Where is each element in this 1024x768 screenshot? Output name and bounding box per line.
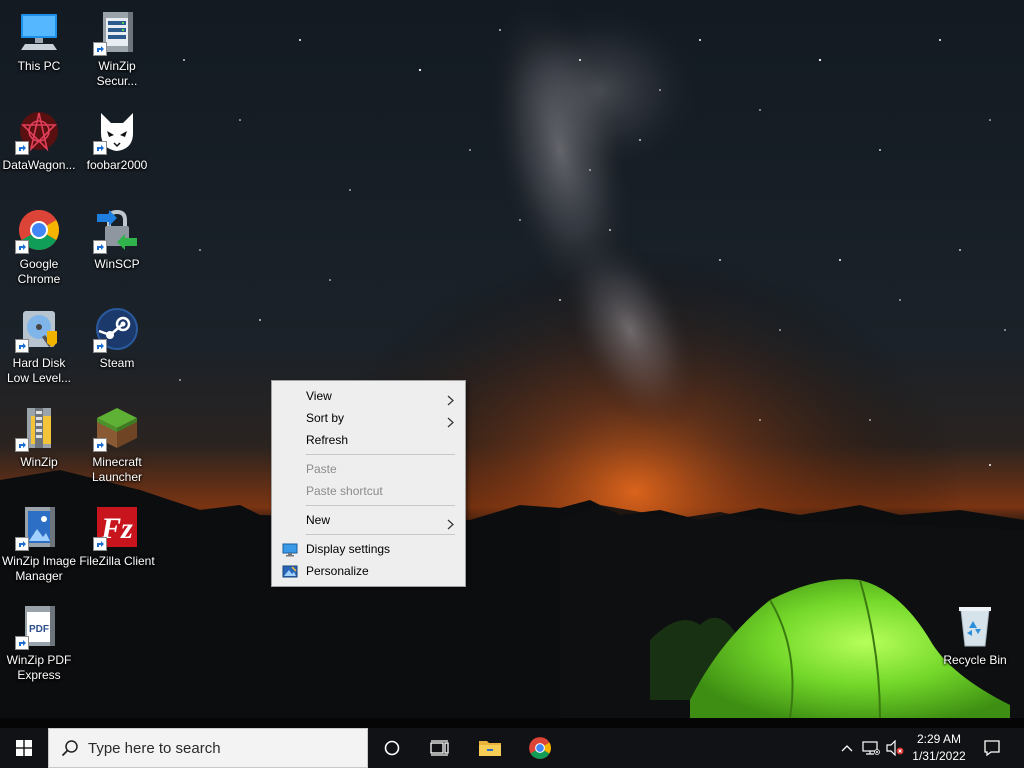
notification-icon <box>984 740 1000 757</box>
menu-item-paste[interactable]: Paste <box>272 458 465 480</box>
desktop-icon-label: Recycle Bin <box>943 653 1007 667</box>
show-hidden-icons-button[interactable] <box>836 728 858 768</box>
desktop-icon-label: WinZip Secur... <box>96 59 138 88</box>
desktop-icon-label: Google Chrome <box>17 257 61 286</box>
taskbar-search-box[interactable]: Type here to search <box>48 728 368 768</box>
menu-item-display-settings[interactable]: Display settings <box>272 538 465 560</box>
shortcut-arrow-icon <box>93 240 107 254</box>
menu-separator <box>306 454 455 455</box>
desktop-icon-steam[interactable]: Steam <box>78 305 156 371</box>
network-icon <box>862 741 880 755</box>
menu-item-label: View <box>306 389 332 403</box>
menu-item-label: Paste shortcut <box>306 484 383 498</box>
menu-item-label: Refresh <box>306 433 349 447</box>
task-view-icon <box>430 740 449 756</box>
desktop-icon-label: WinZip PDF Express <box>6 653 72 682</box>
start-button[interactable] <box>0 728 48 768</box>
menu-item-sort-by[interactable]: Sort by <box>272 407 465 429</box>
chrome-taskbar-button[interactable] <box>516 728 564 768</box>
chevron-up-icon <box>841 745 853 752</box>
desktop-icon-foobar2000[interactable]: foobar2000 <box>78 107 156 173</box>
desktop-icon-label: Minecraft Launcher <box>91 455 143 484</box>
file-explorer-taskbar-button[interactable] <box>466 728 514 768</box>
desktop-icon-minecraft-launcher[interactable]: Minecraft Launcher <box>78 404 156 485</box>
computer-icon <box>21 14 57 50</box>
shortcut-arrow-icon <box>93 42 107 56</box>
menu-separator <box>306 534 455 535</box>
cortana-icon <box>384 740 400 756</box>
menu-item-label: Personalize <box>306 564 369 578</box>
shortcut-arrow-icon <box>15 240 29 254</box>
menu-item-label: New <box>306 513 331 527</box>
desktop-icon-hard-disk[interactable]: Hard Disk Low Level... <box>0 305 78 386</box>
recycle-bin-icon <box>959 607 991 647</box>
menu-item-personalize[interactable]: Personalize <box>272 560 465 582</box>
desktop-icon-this-pc[interactable]: This PC <box>0 8 78 74</box>
search-placeholder: Type here to search <box>88 739 221 757</box>
desktop-icon-winzip-pdf-express[interactable]: PDF WinZip PDF Express <box>0 602 78 683</box>
shortcut-arrow-icon <box>93 537 107 551</box>
desktop-icon-label: FileZilla Client <box>79 554 155 568</box>
shortcut-arrow-icon <box>93 141 107 155</box>
menu-item-new[interactable]: New <box>272 509 465 531</box>
menu-item-label: Sort by <box>306 411 345 425</box>
clock-date: 1/31/2022 <box>912 749 966 763</box>
volume-muted-icon <box>886 740 904 756</box>
desktop-icon-recycle-bin[interactable]: Recycle Bin <box>936 602 1014 668</box>
network-button[interactable] <box>860 728 882 768</box>
menu-item-refresh[interactable]: Refresh <box>272 429 465 451</box>
shortcut-arrow-icon <box>93 438 107 452</box>
desktop-icon-label: foobar2000 <box>86 158 148 172</box>
menu-item-view[interactable]: View <box>272 385 465 407</box>
file-explorer-icon <box>479 741 501 756</box>
menu-item-paste-shortcut[interactable]: Paste shortcut <box>272 480 465 502</box>
chrome-icon <box>529 737 551 759</box>
desktop-icon-label: DataWagon... <box>2 158 76 172</box>
desktop-icon-label: WinSCP <box>94 257 140 271</box>
personalize-icon <box>282 564 298 586</box>
desktop-icon-filezilla[interactable]: Fz FileZilla Client <box>78 503 156 569</box>
desktop-icon-label: Steam <box>99 356 135 370</box>
taskbar: Type here to search 2:29 AM 1/31/2022 <box>0 728 1024 768</box>
svg-text:PDF: PDF <box>29 624 49 635</box>
menu-item-label: Display settings <box>306 542 391 556</box>
shortcut-arrow-icon <box>15 636 29 650</box>
chevron-right-icon <box>447 515 455 537</box>
shortcut-arrow-icon <box>15 537 29 551</box>
search-icon <box>61 740 78 757</box>
desktop-icon-label: WinZip Image Manager <box>1 554 77 583</box>
taskbar-clock[interactable]: 2:29 AM 1/31/2022 <box>904 731 974 765</box>
desktop-icon-label: WinZip <box>20 455 58 469</box>
menu-item-label: Paste <box>306 462 337 476</box>
desktop-icon-winzip[interactable]: WinZip <box>0 404 78 470</box>
windows-start-icon <box>16 740 32 756</box>
desktop-icon-google-chrome[interactable]: Google Chrome <box>0 206 78 287</box>
desktop-icon-label: This PC <box>17 59 61 73</box>
menu-separator <box>306 505 455 506</box>
desktop-icon-winzip-image-manager[interactable]: WinZip Image Manager <box>0 503 78 584</box>
clock-time: 2:29 AM <box>916 732 962 746</box>
desktop-icon-winscp[interactable]: WinSCP <box>78 206 156 272</box>
desktop-context-menu: View Sort by Refresh Paste Paste shortcu… <box>271 380 466 587</box>
shortcut-arrow-icon <box>15 438 29 452</box>
desktop-icon-label: Hard Disk Low Level... <box>6 356 72 385</box>
shortcut-arrow-icon <box>93 339 107 353</box>
desktop-icon-datawagon[interactable]: DataWagon... <box>0 107 78 173</box>
task-view-button[interactable] <box>416 728 464 768</box>
shortcut-arrow-icon <box>15 339 29 353</box>
desktop-icon-winzip-secure[interactable]: WinZip Secur... <box>78 8 156 89</box>
volume-button[interactable] <box>884 728 906 768</box>
shortcut-arrow-icon <box>15 141 29 155</box>
action-center-button[interactable] <box>978 728 1006 768</box>
cortana-button[interactable] <box>368 728 416 768</box>
